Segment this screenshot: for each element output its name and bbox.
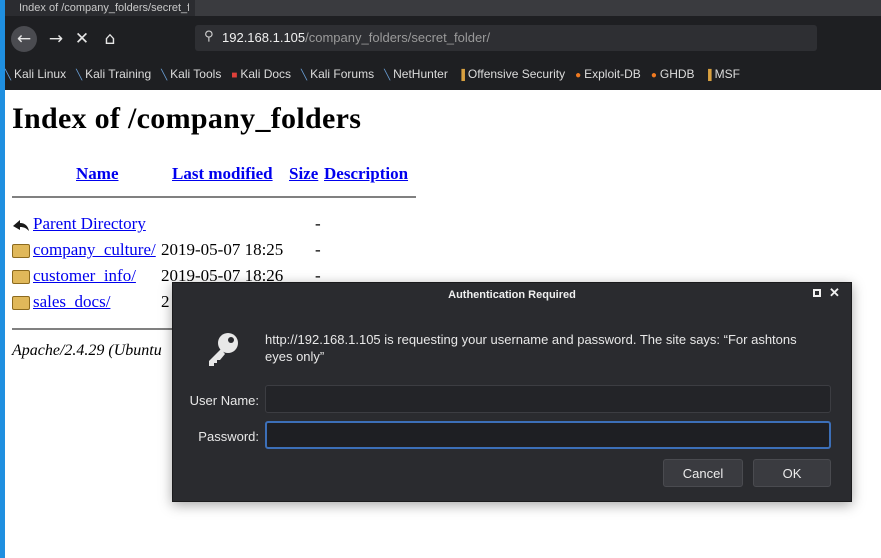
customer-info-link[interactable]: customer_info/ [33,266,136,286]
row-size: - [315,240,321,259]
username-input[interactable] [266,386,830,412]
bookmark-label: Kali Forums [310,67,375,81]
stop-loading-icon[interactable]: ✕ [69,26,95,52]
offsec-icon: ▐ [457,70,465,81]
bookmark-label: Kali Linux [14,67,67,81]
folder-icon [12,296,30,310]
tab-title: Index of /company_folders/secret_folder [19,2,189,14]
offsec-icon: ▐ [704,70,712,81]
bookmark-label: Exploit-DB [584,67,641,81]
navigation-bar: ← → ✕ ⌂ ⚲ 192.168.1.105/company_folders/… [5,22,881,56]
password-input[interactable] [267,423,829,447]
bookmark-label: Kali Training [85,67,152,81]
sort-by-description-link[interactable]: Description [324,164,408,183]
cancel-button[interactable]: Cancel [663,459,743,487]
bookmark-label: NetHunter [393,67,448,81]
forward-arrow-icon[interactable]: → [43,26,69,52]
dialog-title: Authentication Required [448,289,576,301]
search-icon: ⚲ [204,29,214,44]
bookmark-item[interactable]: ╲ Kali Forums [301,62,374,86]
key-icon [209,333,238,366]
row-last-modified: 2 [161,292,170,311]
url-host: 192.168.1.105 [222,30,306,45]
maximize-icon[interactable] [813,289,821,297]
kali-docs-icon: ■ [231,70,238,81]
parent-directory-link[interactable]: Parent Directory [33,214,146,234]
listing-table: Name Last modified Size Description Pare… [12,156,432,359]
bookmark-label: Kali Docs [240,67,292,81]
sort-by-size-link[interactable]: Size [289,164,318,183]
bookmark-item[interactable]: ╲ Kali Training [76,62,151,86]
bookmark-label: Offensive Security [467,67,566,81]
ok-button[interactable]: OK [753,459,831,487]
ghdb-icon: ● [650,70,657,81]
listing-header: Name Last modified Size Description [12,156,432,186]
username-field[interactable] [265,385,831,413]
kali-dragon-icon: ╲ [76,70,83,81]
column-header-last-modified[interactable]: Last modified [172,164,273,184]
bookmark-item[interactable]: ▐ MSF [705,62,740,86]
bookmark-item[interactable]: ● Exploit-DB [575,62,641,86]
back-arrow-icon [13,220,29,231]
bookmark-item[interactable]: ● GHDB [651,62,695,86]
bookmark-label: Kali Tools [170,67,222,81]
bookmark-label: GHDB [659,67,695,81]
bookmark-label: MSF [714,67,740,81]
bookmark-item[interactable]: ▐ Offensive Security [458,62,565,86]
listing-row-parent: Parent Directory - [12,214,432,238]
kali-dragon-icon: ╲ [5,70,12,81]
home-icon[interactable]: ⌂ [97,26,123,52]
kali-dragon-icon: ╲ [161,70,168,81]
close-icon[interactable]: ✕ [829,285,840,301]
server-signature: Apache/2.4.29 (Ubuntu [12,342,162,359]
bookmark-item[interactable]: ╲ Kali Linux [5,62,66,86]
bookmark-item[interactable]: ╲ Kali Tools [161,62,221,86]
password-field[interactable] [265,421,831,449]
row-last-modified: 2019-05-07 18:25 [161,240,284,259]
folder-icon [12,270,30,284]
tab-strip: Index of /company_folders/secret_folder [5,0,881,16]
auth-message: http://192.168.1.105 is requesting your … [265,332,797,364]
column-header-name[interactable]: Name [76,164,118,184]
url-text[interactable]: 192.168.1.105/company_folders/secret_fol… [222,30,490,45]
exploit-db-icon: ● [575,70,582,81]
column-header-description[interactable]: Description [324,164,408,184]
browser-chrome: Index of /company_folders/secret_folder … [5,0,881,90]
authentication-dialog: Authentication Required ✕ http://192.168… [172,282,852,502]
row-size: - [315,214,321,233]
active-tab[interactable]: Index of /company_folders/secret_folder [5,0,195,16]
url-bar[interactable]: ⚲ 192.168.1.105/company_folders/secret_f… [195,25,817,51]
bookmarks-toolbar: ╲ Kali Linux ╲ Kali Training ╲ Kali Tools ■ Kal… [5,62,881,86]
username-label: User Name: [189,393,259,408]
sales-docs-link[interactable]: sales_docs/ [33,292,110,312]
column-header-size[interactable]: Size [289,164,318,184]
directory-listing-page: Index of /company_folders Name Last modi… [12,96,872,359]
back-arrow-icon[interactable]: ← [11,26,37,52]
sort-by-modified-link[interactable]: Last modified [172,164,273,183]
password-label: Password: [198,429,259,444]
sort-by-name-link[interactable]: Name [76,164,118,183]
kali-dragon-icon: ╲ [384,70,391,81]
header-divider [12,196,416,198]
url-path: /company_folders/secret_folder/ [305,30,491,45]
bookmark-item[interactable]: ╲ NetHunter [384,62,448,86]
folder-icon [12,244,30,258]
listing-row-company-culture: company_culture/ 2019-05-07 18:25 - [12,240,432,264]
kali-dragon-icon: ╲ [301,70,308,81]
company-culture-link[interactable]: company_culture/ [33,240,156,260]
bookmark-item[interactable]: ■ Kali Docs [231,62,291,86]
page-title: Index of /company_folders [12,102,362,135]
